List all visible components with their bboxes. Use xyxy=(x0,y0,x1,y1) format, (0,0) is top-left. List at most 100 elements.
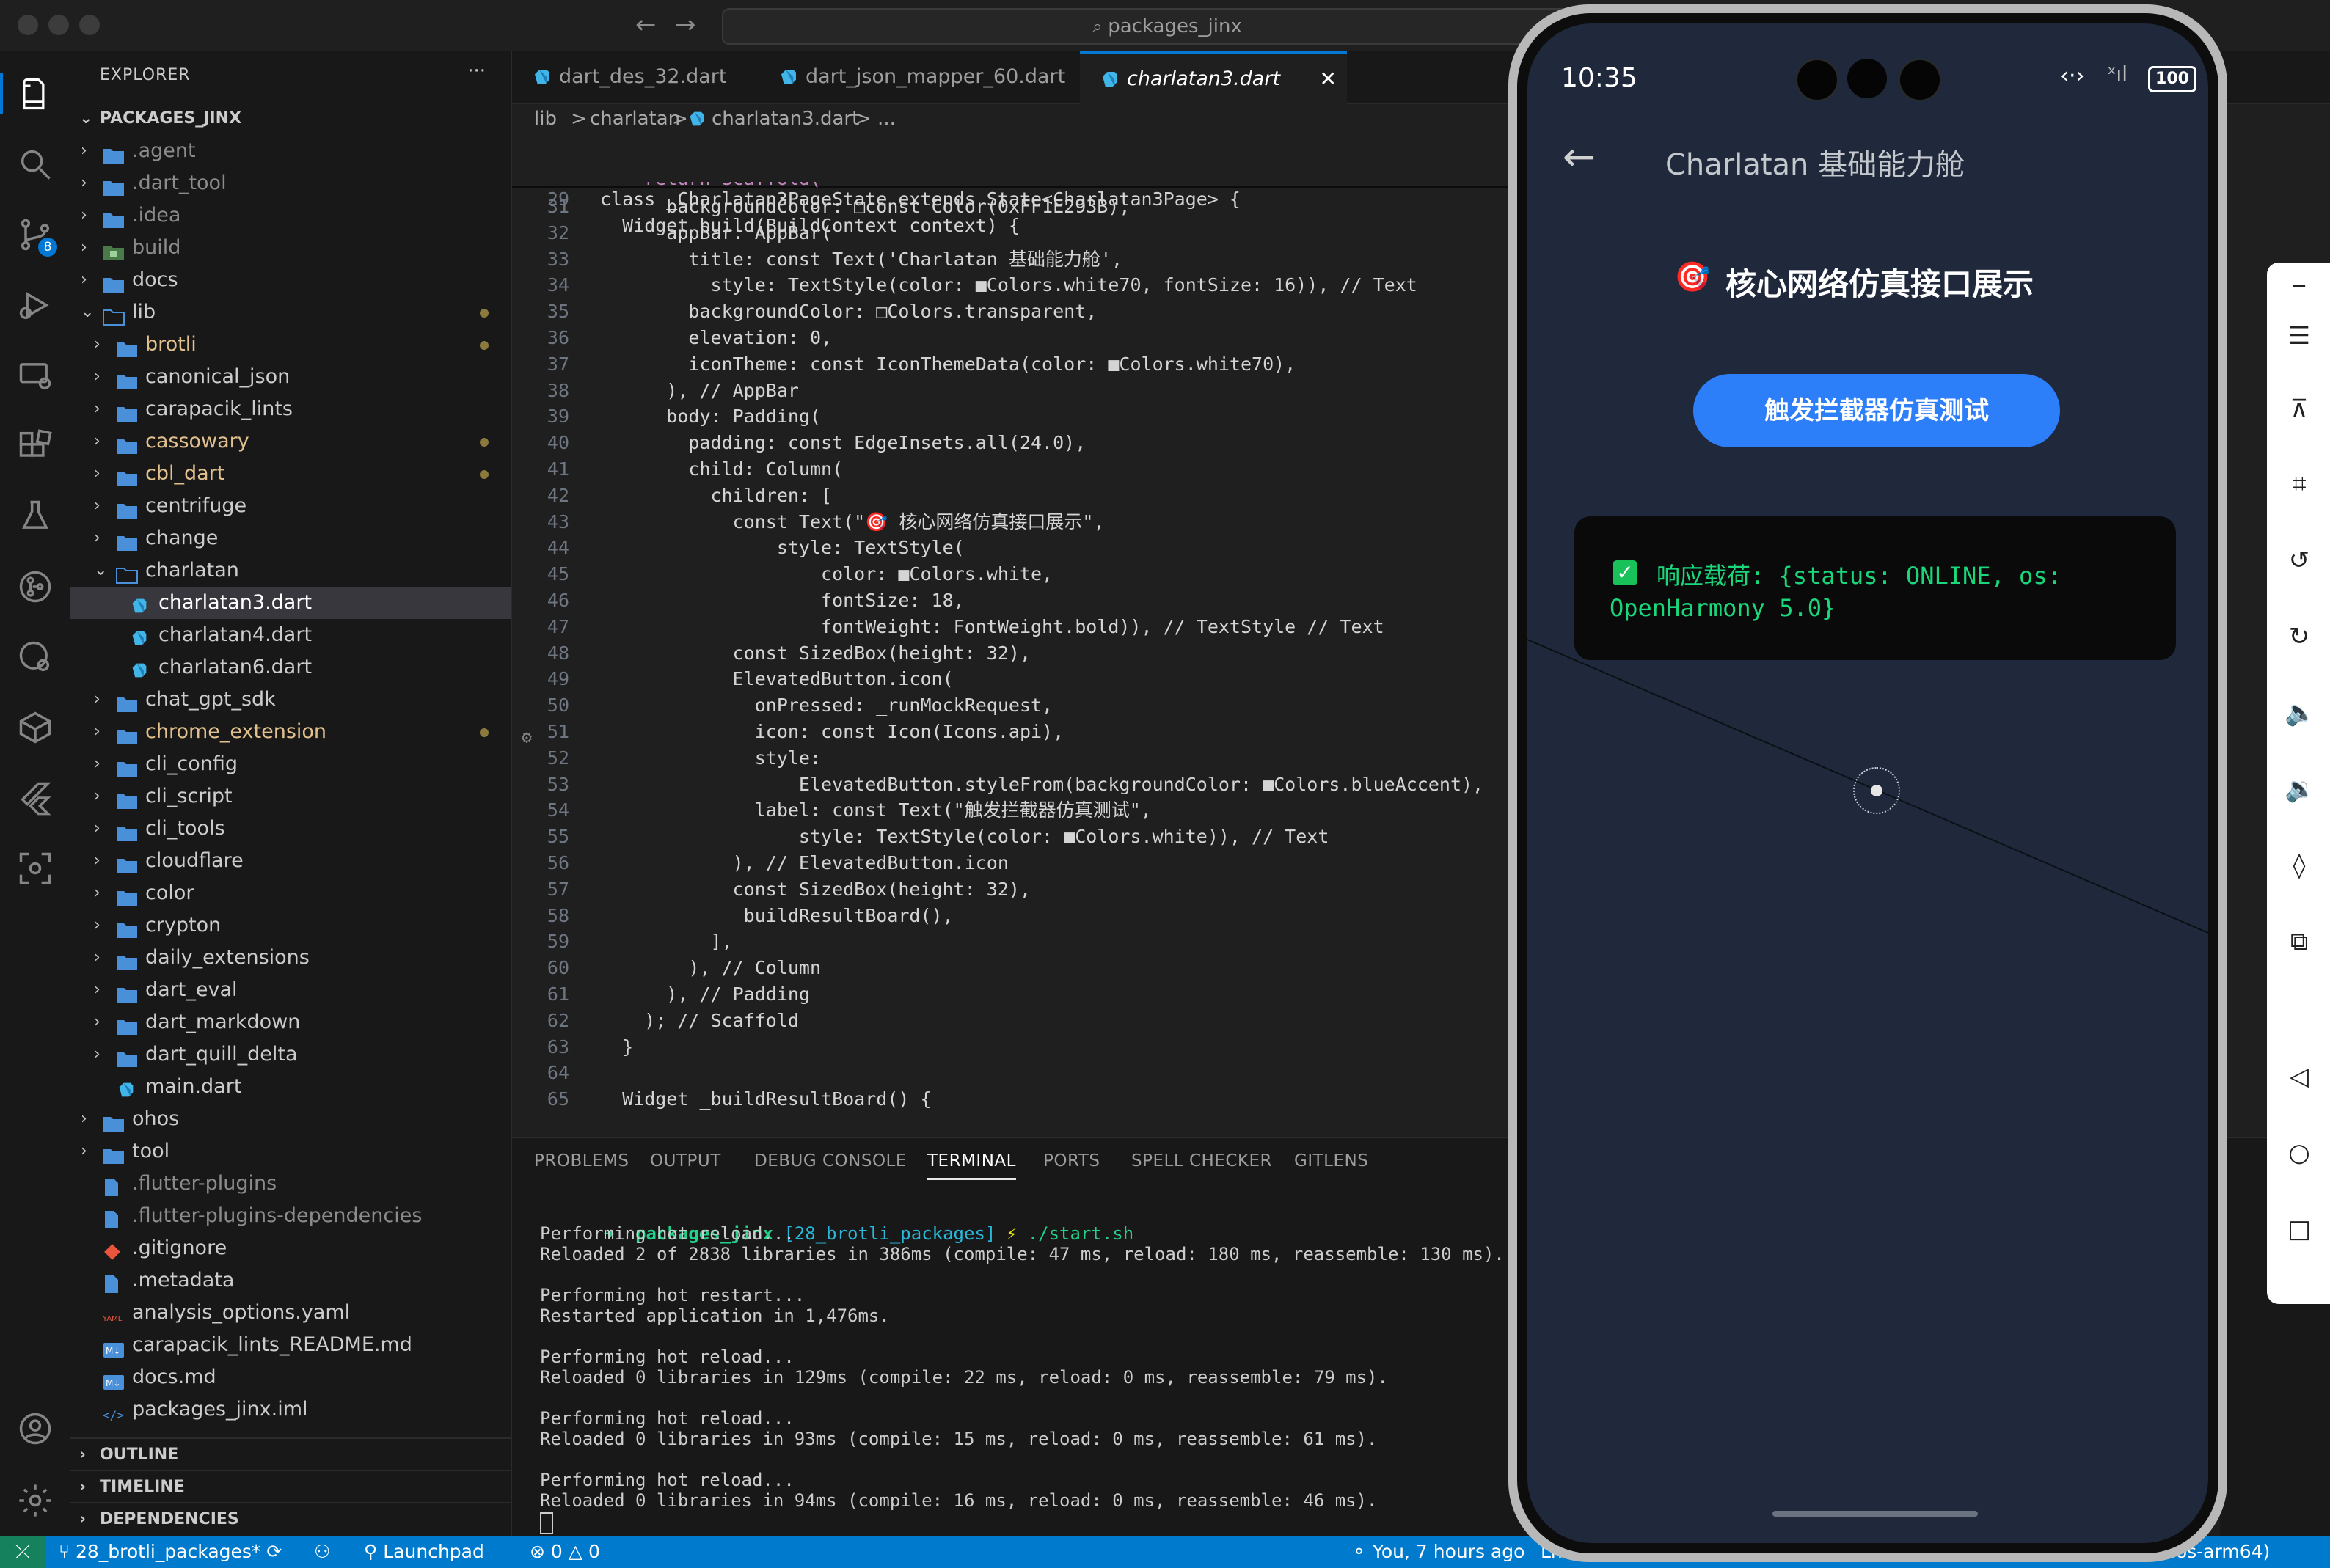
code-line[interactable]: 63 } xyxy=(512,1034,1539,1060)
tree-item[interactable]: </> packages_jinx.iml xyxy=(70,1393,511,1426)
tree-item[interactable]: › cli_script xyxy=(70,780,511,813)
code-editor[interactable]: 14 class _Charlatan3PageState extends St… xyxy=(512,133,1539,1135)
code-line[interactable]: 53 ElevatedButton.styleFrom(backgroundCo… xyxy=(512,772,1539,798)
tree-item[interactable]: › cli_config xyxy=(70,748,511,780)
phone-screen[interactable]: 10:35 ‹·› ˣıl 100 ← Charlatan 基础能力舱 🎯 核心… xyxy=(1527,23,2208,1543)
code-line[interactable]: 59 ], xyxy=(512,928,1539,955)
code-line[interactable]: 47 fontWeight: FontWeight.bold)), // Tex… xyxy=(512,614,1539,640)
code-line[interactable]: 46 fontSize: 18, xyxy=(512,587,1539,614)
tree-item[interactable]: charlatan4.dart xyxy=(70,619,511,651)
code-line[interactable]: 64 xyxy=(512,1060,1539,1086)
command-center-search[interactable]: ⌕ packages_jinx xyxy=(722,8,1613,45)
tree-item[interactable]: › carapacik_lints xyxy=(70,393,511,425)
terminal-output[interactable]: ➜ packages_jinx [28_brotli_packages] ⚡ .… xyxy=(540,1203,1523,1534)
code-line[interactable]: 34 style: TextStyle(color: ■Colors.white… xyxy=(512,272,1539,298)
search-icon[interactable] xyxy=(16,145,54,183)
breadcrumb-symbol[interactable]: > ... xyxy=(855,104,896,133)
breadcrumb-charlatan[interactable]: charlatan xyxy=(590,104,680,133)
tree-item[interactable]: › tool xyxy=(70,1135,511,1168)
code-line[interactable]: 40 padding: const EdgeInsets.all(24.0), xyxy=(512,430,1539,456)
outline-section[interactable]: › OUTLINE xyxy=(70,1437,511,1471)
tree-item[interactable]: › chrome_extension xyxy=(70,716,511,748)
git-graph-status-icon[interactable]: ⚇ xyxy=(314,1536,330,1568)
tree-item[interactable]: › chat_gpt_sdk xyxy=(70,684,511,716)
code-line[interactable]: 39 body: Padding( xyxy=(512,403,1539,430)
remote-indicator-icon[interactable]: ⤫ xyxy=(0,1536,45,1568)
tree-item[interactable]: › .dart_tool xyxy=(70,167,511,199)
tree-item[interactable]: › .idea xyxy=(70,199,511,232)
tree-item[interactable]: ⌄ lib xyxy=(70,296,511,329)
panel-tab-ports[interactable]: PORTS xyxy=(1043,1151,1100,1170)
testing-icon[interactable] xyxy=(16,497,54,535)
code-line[interactable]: 43 const Text("🎯 核心网络仿真接口展示", xyxy=(512,509,1539,535)
gear-icon[interactable]: ⚙ xyxy=(512,727,541,747)
code-line[interactable]: 33 title: const Text('Charlatan 基础能力舱', xyxy=(512,246,1539,273)
tree-item[interactable]: › cassowary xyxy=(70,425,511,458)
code-line[interactable]: 31 backgroundColor: □const Color(0xFF1E2… xyxy=(512,194,1539,220)
nav-home-icon[interactable]: ○ xyxy=(2285,1138,2314,1168)
code-line[interactable]: 56 ), // ElevatedButton.icon xyxy=(512,850,1539,876)
crop-icon[interactable]: ⌗ xyxy=(2285,469,2314,499)
shake-icon[interactable]: ◊ xyxy=(2285,851,2314,880)
window-zoom-button[interactable] xyxy=(79,15,100,35)
menu-icon[interactable]: ☰ xyxy=(2285,321,2314,351)
git-blame-status[interactable]: ⚬ You, 7 hours ago xyxy=(1351,1536,1524,1568)
code-line-partial[interactable]: return Scaffold( xyxy=(512,182,1539,194)
tree-item[interactable]: M↓ docs.md xyxy=(70,1361,511,1393)
code-line[interactable]: 44 style: TextStyle( xyxy=(512,535,1539,561)
run-debug-icon[interactable] xyxy=(16,286,54,324)
panel-tab-problems[interactable]: PROBLEMS xyxy=(534,1151,629,1170)
tree-item[interactable]: .flutter-plugins xyxy=(70,1168,511,1200)
panel-tab-debug-console[interactable]: DEBUG CONSOLE xyxy=(754,1151,907,1170)
minimize-icon[interactable]: − xyxy=(2285,271,2314,301)
tree-item[interactable]: › color xyxy=(70,877,511,909)
code-line[interactable]: 41 child: Column( xyxy=(512,456,1539,483)
launchpad-status[interactable]: ⚲ Launchpad xyxy=(364,1536,484,1568)
tree-item[interactable]: .gitignore xyxy=(70,1232,511,1264)
tree-item[interactable]: › cloudflare xyxy=(70,845,511,877)
sticky-scroll-line[interactable]: 14 class _Charlatan3PageState extends St… xyxy=(512,133,1539,210)
tree-item[interactable]: › change xyxy=(70,522,511,554)
git-graph-icon[interactable] xyxy=(16,638,54,676)
code-line[interactable]: 51 icon: const Icon(Icons.api), xyxy=(512,719,1539,745)
tree-item[interactable]: › dart_quill_delta xyxy=(70,1038,511,1071)
code-line[interactable]: 38 ), // AppBar xyxy=(512,378,1539,404)
multi-device-icon[interactable]: ⧉ xyxy=(2285,927,2314,956)
tree-item[interactable]: ⌄ charlatan xyxy=(70,554,511,587)
tree-item[interactable]: charlatan3.dart xyxy=(70,587,511,619)
code-line[interactable]: 60 ), // Column xyxy=(512,955,1539,981)
nav-recents-icon[interactable]: □ xyxy=(2285,1215,2314,1244)
tree-item[interactable]: › daily_extensions xyxy=(70,942,511,974)
tree-item[interactable]: .flutter-plugins-dependencies xyxy=(70,1200,511,1232)
code-line[interactable]: 57 const SizedBox(height: 32), xyxy=(512,876,1539,903)
tree-item[interactable]: .metadata xyxy=(70,1264,511,1297)
scan-icon[interactable] xyxy=(16,849,54,887)
volume-up-icon[interactable]: 🔈 xyxy=(2285,698,2315,728)
explorer-icon[interactable] xyxy=(16,75,54,113)
tree-item[interactable]: › dart_eval xyxy=(70,974,511,1006)
window-close-button[interactable] xyxy=(18,15,38,35)
code-line[interactable]: 65 Widget _buildResultBoard() { xyxy=(512,1086,1539,1113)
tree-item[interactable]: › build xyxy=(70,232,511,264)
extensions-icon[interactable] xyxy=(16,427,54,465)
home-indicator[interactable] xyxy=(1772,1511,1978,1517)
rotate-right-icon[interactable]: ↻ xyxy=(2285,622,2314,651)
tree-item[interactable]: main.dart xyxy=(70,1071,511,1103)
tree-item[interactable]: › cli_tools xyxy=(70,813,511,845)
gitlens-icon[interactable] xyxy=(16,568,54,606)
tree-item[interactable]: › brotli xyxy=(70,329,511,361)
code-line[interactable]: 37 iconTheme: const IconThemeData(color:… xyxy=(512,351,1539,378)
back-arrow-icon[interactable]: ← xyxy=(635,10,657,40)
tab-charlatan3[interactable]: charlatan3.dart ✕ xyxy=(1080,51,1347,105)
panel-tab-gitlens[interactable]: GITLENS xyxy=(1294,1151,1368,1170)
code-line[interactable]: 52 style: xyxy=(512,745,1539,772)
containers-icon[interactable] xyxy=(16,708,54,747)
code-line[interactable]: 36 elevation: 0, xyxy=(512,325,1539,351)
breadcrumb-file[interactable]: charlatan3.dart xyxy=(712,104,859,133)
code-line[interactable]: 58 _buildResultBoard(), xyxy=(512,903,1539,929)
pin-off-icon[interactable]: ⊼ xyxy=(2285,395,2314,424)
tree-item[interactable]: charlatan6.dart xyxy=(70,651,511,684)
code-line[interactable]: 35 backgroundColor: □Colors.transparent, xyxy=(512,298,1539,325)
panel-tab-spell-checker[interactable]: SPELL CHECKER xyxy=(1131,1151,1272,1170)
forward-arrow-icon[interactable]: → xyxy=(675,10,696,40)
